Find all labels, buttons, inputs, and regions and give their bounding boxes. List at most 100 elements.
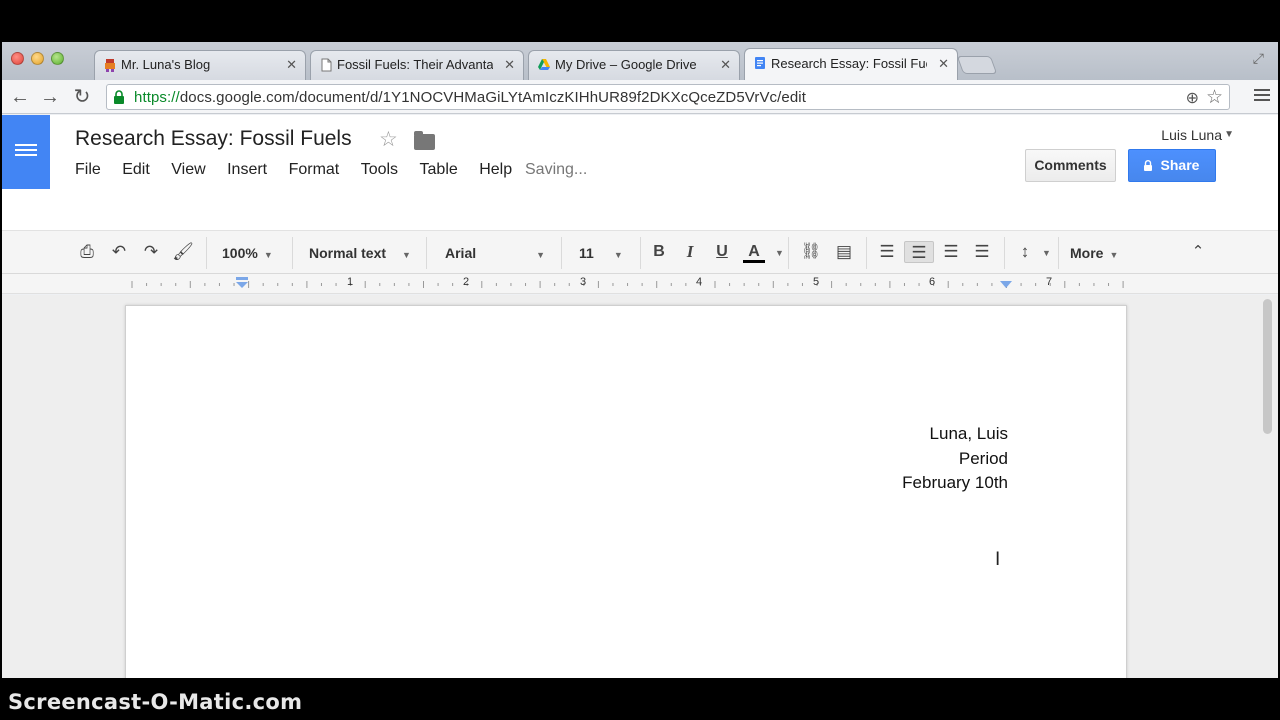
ruler-number: 2 [463,276,470,288]
menu-format[interactable]: Format [289,161,340,179]
font-select[interactable]: Arial ▼ [445,242,545,264]
formatting-toolbar: ⎙ ↶ ↷ 🖌 100% ▼ Normal text ▼ Arial ▼ 11 ▼ B … [2,230,1278,274]
document-page[interactable]: Luna, Luis Period February 10th I [125,305,1127,678]
left-indent-marker-icon[interactable] [235,277,249,291]
tab-title: My Drive – Google Drive [555,57,697,72]
tab-close-icon[interactable]: ✕ [286,51,297,79]
print-icon[interactable]: ⎙ [76,241,98,263]
font-size-value: 11 [579,245,594,261]
ruler-ticks [131,281,1124,288]
toolbar-divider [292,237,293,269]
menu-insert[interactable]: Insert [227,161,267,179]
underline-button[interactable]: U [711,241,733,263]
zoom-select[interactable]: 100% ▼ [222,242,273,264]
text-cursor-icon: I [995,549,1001,570]
document-canvas: Luna, Luis Period February 10th I [2,295,1278,678]
lock-icon [114,90,124,104]
chevron-down-icon[interactable]: ▼ [1042,248,1051,258]
menu-file[interactable]: File [75,161,101,179]
text-color-button[interactable]: A [743,241,765,263]
paint-format-icon[interactable]: 🖌 [172,241,194,263]
chevron-down-icon[interactable]: ▼ [1224,129,1234,140]
align-right-icon[interactable]: ☰ [940,241,962,263]
star-icon[interactable]: ☆ [379,127,398,152]
account-name[interactable]: Luis Luna [1161,127,1222,143]
tab-google-drive[interactable]: My Drive – Google Drive ✕ [528,50,740,80]
tab-strip: Mr. Luna's Blog ✕ Fossil Fuels: Their Ad… [2,42,1278,80]
window-minimize-button[interactable] [31,52,44,65]
watermark: Screencast-O-Matic.com [8,690,303,714]
bookmark-star-icon[interactable]: ☆ [1206,86,1223,109]
toolbar-divider [561,237,562,269]
docs-home-icon[interactable] [2,115,50,189]
tab-close-icon[interactable]: ✕ [504,51,515,79]
browser-menu-icon[interactable] [1254,89,1270,103]
lock-icon [1144,160,1152,171]
undo-icon[interactable]: ↶ [108,241,130,263]
document-line[interactable]: Period [959,449,1008,469]
address-bar[interactable]: https://docs.google.com/document/d/1Y1NO… [106,84,1230,110]
style-value: Normal text [309,245,387,261]
folder-icon[interactable] [414,131,435,150]
comment-icon[interactable]: ▤ [833,241,855,263]
font-size-select[interactable]: 11 ▼ [579,242,623,264]
tab-blog[interactable]: Mr. Luna's Blog ✕ [94,50,306,80]
tab-close-icon[interactable]: ✕ [720,51,731,79]
menu-view[interactable]: View [171,161,205,179]
new-tab-button[interactable] [956,56,998,74]
window-close-button[interactable] [11,52,24,65]
back-button[interactable]: ← [8,85,32,109]
paragraph-style-select[interactable]: Normal text ▼ [309,242,411,264]
scrollbar[interactable] [1263,299,1272,434]
ruler-number: 6 [929,276,936,288]
right-indent-marker-icon[interactable] [1000,279,1012,289]
reload-button[interactable]: ↻ [70,85,94,109]
share-button[interactable]: Share [1128,149,1216,182]
toolbar-divider [640,237,641,269]
chevron-down-icon: ▼ [613,250,623,260]
browser-window: Mr. Luna's Blog ✕ Fossil Fuels: Their Ad… [2,42,1278,678]
share-label: Share [1160,157,1200,173]
menu-tools[interactable]: Tools [361,161,398,179]
drive-icon [538,59,550,70]
chevron-down-icon: ▼ [1109,250,1119,260]
redo-icon[interactable]: ↷ [140,241,162,263]
toolbar-divider [866,237,867,269]
link-icon[interactable]: ⛓ [800,241,822,263]
comments-button[interactable]: Comments [1025,149,1116,182]
forward-button[interactable]: → [38,85,62,109]
url-text[interactable]: https://docs.google.com/document/d/1Y1NO… [134,89,806,106]
tab-title: Mr. Luna's Blog [121,57,211,72]
fullscreen-icon[interactable]: ⤢ [1253,50,1264,67]
toolbar-divider [206,237,207,269]
menu-help[interactable]: Help [479,161,512,179]
toolbar-divider [1004,237,1005,269]
window-maximize-button[interactable] [51,52,64,65]
menu-bar: File Edit View Insert Format Tools Table… [75,161,529,179]
line-spacing-icon[interactable]: ↕ [1014,241,1036,263]
more-button[interactable]: More ▼ [1070,242,1118,264]
document-title[interactable]: Research Essay: Fossil Fuels [75,127,352,151]
bold-button[interactable]: B [648,241,670,263]
align-center-icon[interactable]: ☰ [904,241,934,263]
document-line[interactable]: February 10th [902,473,1008,493]
tab-close-icon[interactable]: ✕ [938,49,949,79]
align-left-icon[interactable]: ☰ [876,241,898,263]
collapse-toolbar-icon[interactable]: ⌃ [1187,241,1209,263]
chevron-down-icon[interactable]: ▼ [775,248,784,258]
justify-icon[interactable]: ☰ [971,241,993,263]
docs-header: Research Essay: Fossil Fuels ☆ File Edit… [2,115,1278,230]
tab-fossil-fuels[interactable]: Fossil Fuels: Their Advanta ✕ [310,50,524,80]
toolbar-divider [788,237,789,269]
chevron-down-icon: ▼ [263,250,273,260]
toolbar-divider [426,237,427,269]
document-line[interactable]: Luna, Luis [930,424,1008,444]
italic-button[interactable]: I [679,241,701,263]
toolbar-divider [1058,237,1059,269]
tab-research-essay[interactable]: Research Essay: Fossil Fue ✕ [744,48,958,80]
zoom-icon[interactable]: ⊕ [1186,88,1199,108]
ruler-number: 7 [1046,276,1053,288]
menu-table[interactable]: Table [420,161,458,179]
menu-edit[interactable]: Edit [122,161,150,179]
page-icon [321,58,332,72]
